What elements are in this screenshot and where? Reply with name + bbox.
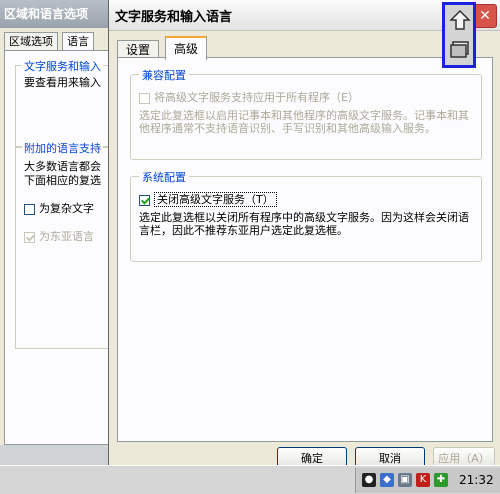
system-checkbox-label: 关闭高级文字服务（T）	[154, 192, 277, 207]
shield-icon[interactable]: ✚	[434, 473, 448, 487]
back-checkbox1-box[interactable]	[24, 203, 35, 215]
back-group1-text: 要查看用来输入	[24, 76, 101, 89]
advanced-panel: 兼容配置 将高级文字服务支持应用于所有程序（E） 选定此复选框以启用记事本和其他…	[117, 57, 493, 442]
system-checkbox-box[interactable]	[139, 194, 150, 206]
back-group-language-support: 附加的语言支持 大多数语言都会 下面相应的复选 为复杂文字 为东亚语言	[15, 140, 116, 349]
system-checkbox[interactable]: 关闭高级文字服务（T）	[139, 191, 277, 207]
system-config-group: 系统配置 关闭高级文字服务（T） 选定此复选框以关闭所有程序中的高级文字服务。因…	[130, 169, 482, 262]
tab-advanced[interactable]: 高级	[165, 36, 208, 60]
back-group-text-services: 文字服务和输入 要查看用来输入	[15, 58, 116, 147]
back-checkbox-east-asian[interactable]: 为东亚语言	[24, 228, 94, 244]
compat-checkbox-box[interactable]	[139, 92, 150, 104]
compat-config-label: 兼容配置	[139, 67, 189, 83]
network-icon[interactable]: ◆	[380, 473, 394, 487]
back-group2-text2: 下面相应的复选	[24, 174, 101, 187]
back-panel: 文字服务和输入 要查看用来输入 附加的语言支持 大多数语言都会 下面相应的复选 …	[4, 50, 116, 445]
back-group1-label: 文字服务和输入	[22, 58, 103, 74]
kingsoft-k-icon[interactable]: K	[416, 473, 430, 487]
back-tab-languages[interactable]: 语言	[62, 32, 94, 51]
system-tray: ● ◆ ▣ K ✚ 21:32	[355, 468, 500, 493]
highlighted-window-controls	[442, 2, 476, 68]
region-language-window: 区域和语言选项 区域选项 语言 文字服务和输入 要查看用来输入 附加的语言支持 …	[0, 0, 116, 445]
clock[interactable]: 21:32	[459, 473, 494, 487]
back-checkbox1-label: 为复杂文字	[39, 202, 94, 215]
back-checkbox2-box[interactable]	[24, 231, 35, 243]
back-tab-regional-options[interactable]: 区域选项	[4, 32, 58, 51]
compat-config-group: 兼容配置 将高级文字服务支持应用于所有程序（E） 选定此复选框以启用记事本和其他…	[130, 67, 482, 160]
compat-checkbox-label: 将高级文字服务支持应用于所有程序（E）	[154, 91, 359, 104]
region-language-title: 区域和语言选项	[0, 0, 115, 28]
system-config-label: 系统配置	[139, 169, 189, 185]
arrow-up-icon[interactable]	[449, 9, 471, 31]
qq-penguin-icon[interactable]: ●	[362, 473, 376, 487]
compat-description: 选定此复选框以启用记事本和其他程序的高级文字服务。记事本和其他程序通常不支持语音…	[139, 109, 469, 135]
close-button[interactable]: ✕	[473, 4, 497, 28]
monitor-icon[interactable]: ▣	[398, 473, 412, 487]
compat-checkbox[interactable]: 将高级文字服务支持应用于所有程序（E）	[139, 89, 359, 105]
back-checkbox-complex-script[interactable]: 为复杂文字	[24, 200, 94, 216]
system-description: 选定此复选框以关闭所有程序中的高级文字服务。因为这样会关闭语言栏，因此不推荐东亚…	[139, 211, 469, 237]
window-icon[interactable]	[449, 39, 471, 61]
dialog-title: 文字服务和输入语言	[115, 10, 233, 25]
back-checkbox2-label: 为东亚语言	[39, 230, 94, 243]
back-group2-label: 附加的语言支持	[22, 140, 103, 156]
text-services-dialog: 文字服务和输入语言 ? ✕ 设置 高级 兼容配置 将高级文字服务支持应用于所有程…	[108, 0, 500, 468]
